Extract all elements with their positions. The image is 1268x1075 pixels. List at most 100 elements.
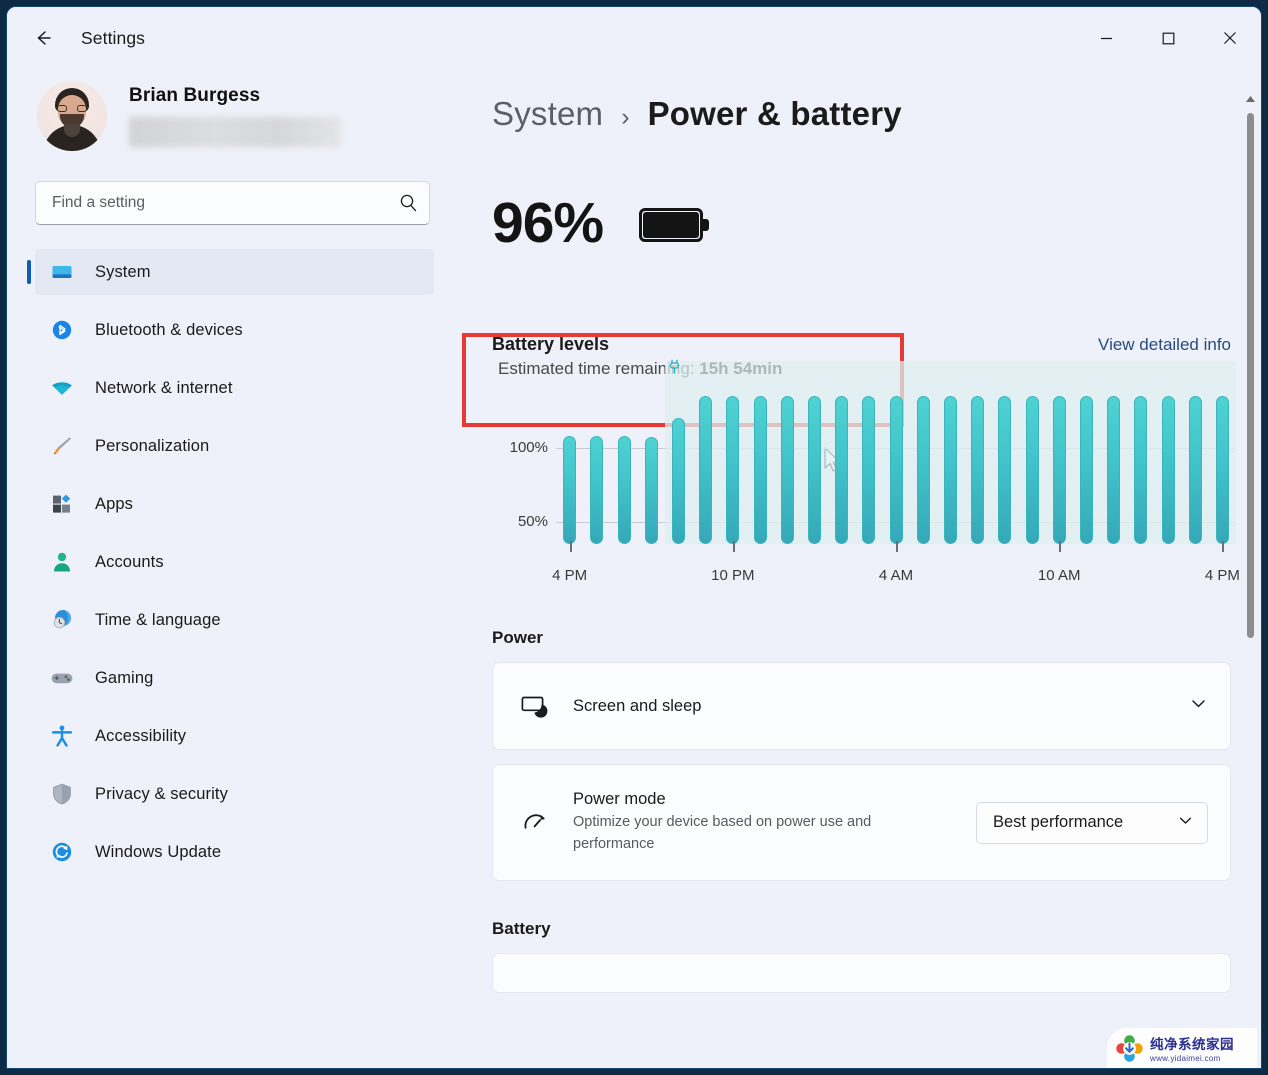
- sidebar-item-label: Gaming: [95, 668, 154, 687]
- battery-usage-card[interactable]: [492, 953, 1231, 993]
- x-axis-tick: [569, 541, 572, 552]
- sidebar-item-network-internet[interactable]: Network & internet: [35, 365, 434, 411]
- accessibility-icon: [49, 723, 75, 749]
- chart-bar: [998, 396, 1012, 544]
- back-button[interactable]: [23, 18, 63, 58]
- chart-bar: [617, 435, 631, 544]
- chart-bar: [862, 396, 876, 544]
- sidebar-item-system[interactable]: System: [27, 249, 434, 295]
- chart-bar: [1215, 396, 1229, 544]
- search-icon: [399, 193, 418, 217]
- update-refresh-icon: [49, 839, 75, 865]
- watermark-logo-icon: [1116, 1034, 1143, 1062]
- sidebar-item-privacy-security[interactable]: Privacy & security: [35, 771, 434, 817]
- screen-and-sleep-title: Screen and sleep: [573, 696, 702, 715]
- wifi-icon: [49, 375, 75, 401]
- avatar: [37, 81, 107, 151]
- chart-bar: [644, 437, 658, 544]
- chart-bar: [1079, 396, 1093, 544]
- sidebar-item-windows-update[interactable]: Windows Update: [35, 829, 434, 875]
- chart-bar: [943, 396, 957, 544]
- power-group-title: Power: [492, 628, 544, 647]
- chart-bar: [807, 396, 821, 544]
- view-detailed-info-link[interactable]: View detailed info: [1098, 335, 1231, 355]
- power-mode-title: Power mode: [573, 790, 666, 809]
- sidebar-item-label: Windows Update: [95, 842, 222, 861]
- watermark-name: 纯净系统家园: [1150, 1037, 1234, 1053]
- x-axis-label: 4 PM: [1204, 567, 1240, 584]
- profile-section[interactable]: Brian Burgess: [37, 81, 434, 151]
- chart-bar: [1161, 396, 1175, 544]
- paintbrush-icon: [49, 433, 75, 459]
- search-container: [35, 181, 434, 225]
- chart-bar: [1025, 396, 1039, 544]
- sidebar-item-personalization[interactable]: Personalization: [35, 423, 434, 469]
- back-arrow-icon: [37, 31, 51, 45]
- close-icon: [1224, 32, 1236, 44]
- battery-status-row: 96%: [492, 195, 1261, 252]
- sidebar-item-accessibility[interactable]: Accessibility: [35, 713, 434, 759]
- chart-bar: [1134, 396, 1148, 544]
- minimize-icon: [1100, 37, 1112, 39]
- chart-bar: [1052, 396, 1066, 544]
- maximize-button[interactable]: [1137, 7, 1199, 69]
- sidebar-item-label: Time & language: [95, 610, 221, 629]
- close-button[interactable]: [1199, 7, 1261, 69]
- sidebar-item-label: Accounts: [95, 552, 164, 571]
- chevron-down-icon[interactable]: [1189, 694, 1208, 718]
- chart-plot-area: [556, 359, 1236, 544]
- sidebar-item-label: Network & internet: [95, 378, 233, 397]
- chart-bar: [1188, 396, 1202, 544]
- chart-bar: [889, 396, 903, 544]
- title-bar: Settings: [7, 7, 1261, 69]
- scrollbar-thumb[interactable]: [1247, 113, 1254, 638]
- x-axis-tick: [896, 541, 898, 552]
- x-axis-tick: [1059, 541, 1062, 552]
- gamepad-icon: [49, 665, 75, 691]
- sidebar-item-label: Accessibility: [95, 726, 187, 745]
- chart-bar: [916, 396, 930, 544]
- minimize-button[interactable]: [1075, 7, 1137, 69]
- power-mode-subtitle: Optimize your device based on power use …: [573, 814, 872, 852]
- sidebar-item-gaming[interactable]: Gaming: [35, 655, 434, 701]
- watermark: 纯净系统家园 www.yidaimei.com: [1107, 1028, 1257, 1068]
- page-title: Power & battery: [647, 95, 902, 132]
- profile-email-blurred: [129, 117, 341, 147]
- watermark-url: www.yidaimei.com: [1150, 1054, 1221, 1063]
- y-axis-label-100: 100%: [509, 439, 548, 456]
- person-icon: [49, 549, 75, 575]
- settings-window: Settings Brian Burgess Find a setting Sy…: [6, 6, 1262, 1069]
- chart-bar: [671, 418, 685, 544]
- sidebar-item-label: Privacy & security: [95, 784, 228, 803]
- breadcrumb-separator: ›: [621, 103, 630, 131]
- apps-grid-icon: [49, 491, 75, 517]
- power-mode-selected-value: Best performance: [993, 813, 1124, 831]
- sidebar-item-bluetooth-devices[interactable]: Bluetooth & devices: [35, 307, 434, 353]
- gauge-icon: [515, 808, 555, 837]
- chevron-down-icon: [1177, 812, 1194, 834]
- chart-bar: [753, 396, 767, 544]
- chart-bar: [835, 396, 849, 544]
- app-title: Settings: [81, 27, 146, 48]
- vertical-scrollbar[interactable]: [1241, 95, 1259, 1066]
- x-axis-label: 10 PM: [711, 567, 755, 584]
- breadcrumb-parent[interactable]: System: [492, 95, 603, 133]
- sidebar-item-time-language[interactable]: Time & language: [35, 597, 434, 643]
- search-input[interactable]: [35, 181, 430, 225]
- chart-bar: [971, 396, 985, 544]
- shield-icon: [49, 781, 75, 807]
- clock-globe-icon: [49, 607, 75, 633]
- screen-and-sleep-card[interactable]: Screen and sleep: [492, 662, 1231, 750]
- x-axis-label: 10 AM: [1037, 567, 1081, 584]
- sidebar-item-apps[interactable]: Apps: [35, 481, 434, 527]
- sidebar: Brian Burgess Syste: [7, 69, 462, 1068]
- scroll-up-arrow[interactable]: [1245, 95, 1256, 105]
- sidebar-item-label: Bluetooth & devices: [95, 320, 243, 339]
- navigation-list: System Bluetooth & devices Network & int…: [27, 249, 434, 875]
- chart-bar: [699, 396, 713, 544]
- power-mode-dropdown[interactable]: Best performance: [976, 801, 1208, 844]
- sidebar-item-accounts[interactable]: Accounts: [35, 539, 434, 585]
- chart-bar: [563, 435, 577, 544]
- battery-group-title: Battery: [492, 919, 551, 938]
- plug-icon: [668, 359, 682, 375]
